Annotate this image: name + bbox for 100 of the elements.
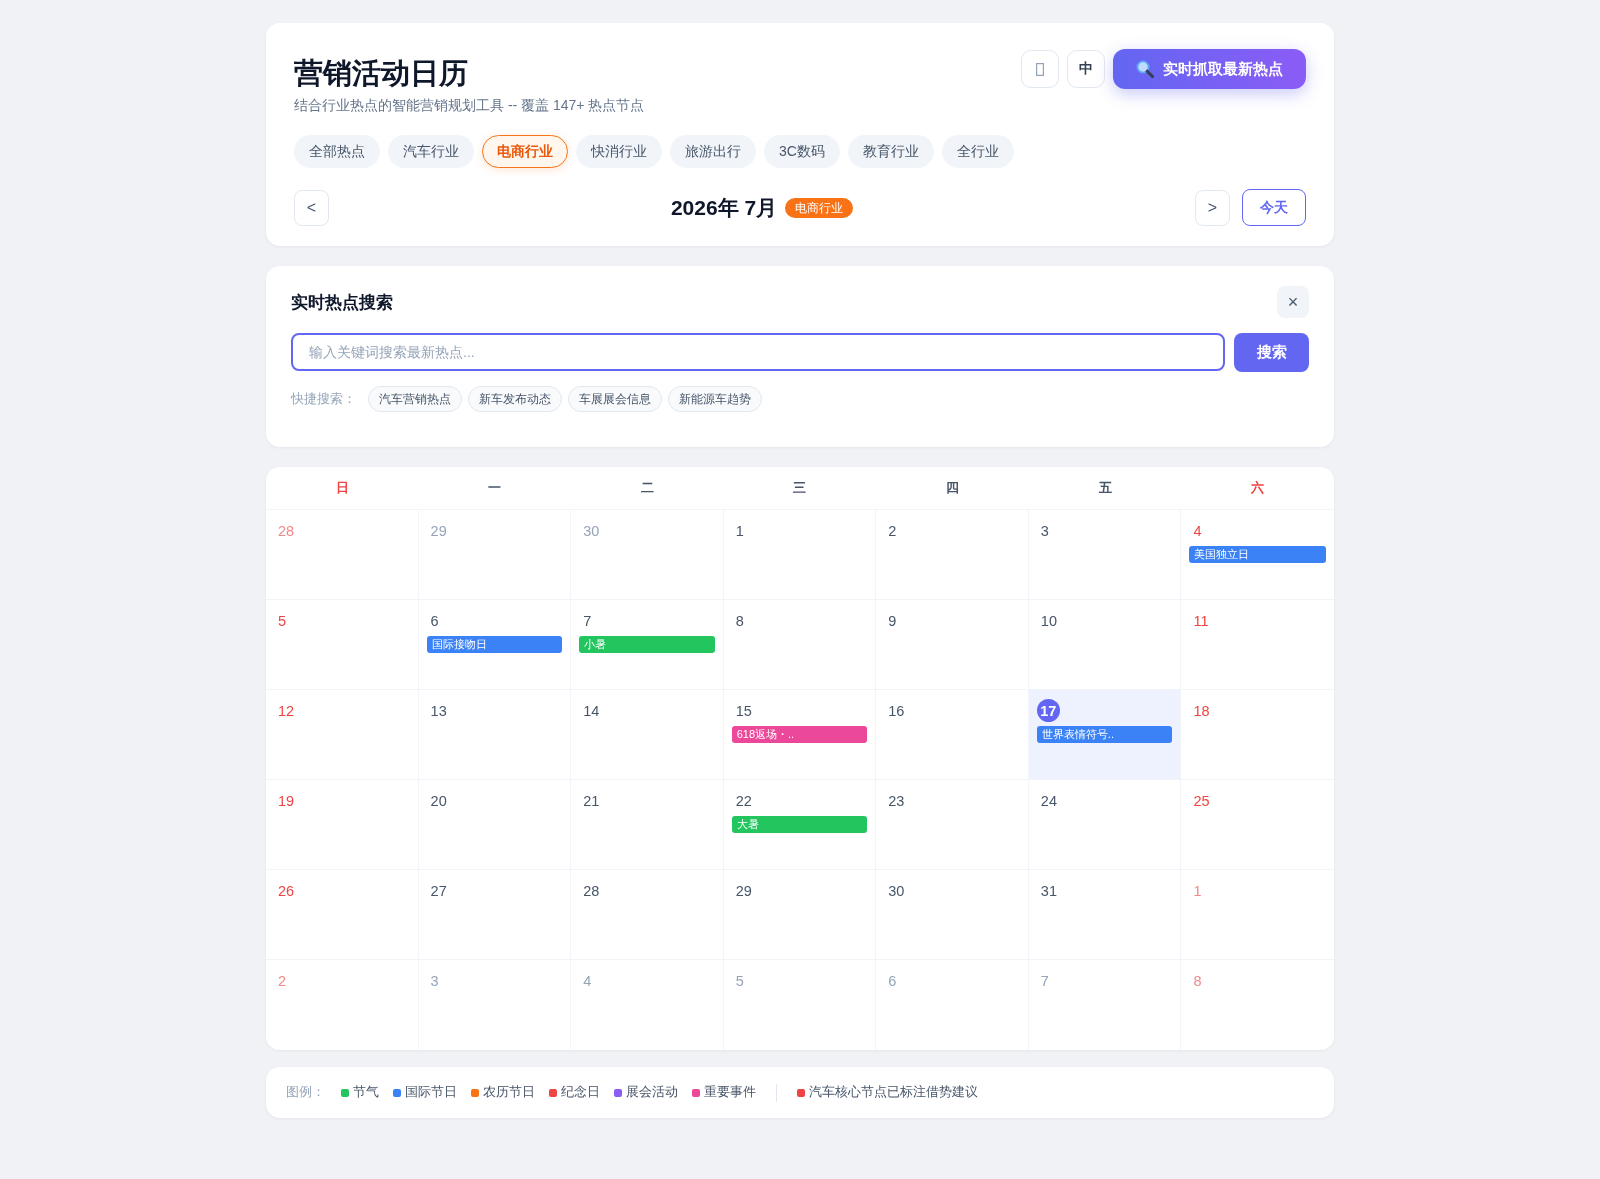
search-field[interactable]: 输入关键词搜索最新热点... (291, 333, 1225, 371)
day-cell[interactable]: 6 国际接吻日 (418, 600, 572, 690)
search-button[interactable]: 搜索 (1234, 333, 1309, 372)
day-cell[interactable]: 16 (876, 690, 1029, 780)
quick-search-chip[interactable]: 汽车营销热点 (368, 386, 462, 412)
day-number: 29 (734, 881, 753, 901)
search-panel-title: 实时热点搜索 (291, 291, 393, 314)
weekday-label: 一 (488, 479, 502, 497)
day-number: 5 (277, 611, 288, 631)
day-number: 6 (887, 971, 898, 991)
industry-tab[interactable]: 3C数码 (764, 135, 840, 168)
today-button[interactable]: 今天 (1242, 189, 1306, 226)
search-icon (1136, 60, 1154, 78)
page-title: 营销活动日历 (294, 56, 468, 91)
event-tag[interactable]: 美国独立日 (1189, 546, 1326, 563)
language-button[interactable]: 中 (1067, 50, 1105, 88)
day-cell[interactable]: 20 (418, 780, 572, 870)
day-number: 11 (1192, 611, 1210, 631)
day-number: 14 (582, 701, 601, 721)
day-cell[interactable]: 11 (1181, 600, 1334, 690)
day-cell[interactable]: 22 大暑 (723, 780, 877, 870)
event-tag[interactable]: 国际接吻日 (426, 636, 563, 653)
day-cell[interactable]: 8 (723, 600, 877, 690)
day-number: 4 (1192, 521, 1203, 541)
day-number: 2 (277, 971, 288, 991)
fetch-hotspots-button[interactable]: 实时抓取最新热点 (1113, 49, 1306, 89)
day-cell[interactable]: 26 (266, 870, 419, 960)
day-number: 15 (734, 701, 753, 721)
quick-search-label: 快捷搜索： (291, 390, 356, 408)
legend-label: 纪念日 (561, 1084, 600, 1101)
day-number: 1 (1192, 881, 1203, 901)
weekday-label: 日 (335, 479, 349, 497)
day-number: 18 (1192, 701, 1211, 721)
day-cell[interactable]: 27 (418, 870, 572, 960)
weekday-label: 二 (640, 479, 654, 497)
industry-badge: 电商行业 (785, 197, 854, 218)
quick-search-chip[interactable]: 新车发布动态 (468, 386, 562, 412)
day-number: 28 (277, 521, 296, 541)
day-number: 5 (734, 971, 745, 991)
event-tag[interactable]: 618返场・.. (731, 726, 868, 743)
previous-month-button[interactable]: < (294, 189, 329, 226)
day-cell[interactable]: 19 (266, 780, 419, 870)
quick-search-chip[interactable]: 车展展会信息 (568, 386, 662, 412)
page-subtitle: 结合行业热点的智能营销规划工具 -- 覆盖 147+ 热点节点 (294, 96, 645, 115)
day-number: 30 (887, 881, 906, 901)
day-number: 27 (429, 881, 448, 901)
day-number: 16 (887, 701, 906, 721)
close-button[interactable]: × (1277, 286, 1309, 318)
day-cell[interactable]: 14 (571, 690, 724, 780)
day-number: 22 (734, 791, 753, 811)
day-number: 23 (887, 791, 906, 811)
legend-label: 节气 (353, 1084, 379, 1101)
day-cell[interactable]: 31 (1028, 870, 1182, 960)
industry-tab[interactable]: 全部热点 (294, 135, 380, 168)
day-cell[interactable]: 9 (876, 600, 1029, 690)
quick-search-chip[interactable]: 新能源车趋势 (668, 386, 762, 412)
weekday-label: 三 (793, 479, 807, 497)
day-cell[interactable]: 21 (571, 780, 724, 870)
day-cell[interactable]: 3 (1028, 510, 1182, 600)
day-number: 30 (582, 521, 601, 541)
day-cell[interactable]: 30 (876, 870, 1029, 960)
weekday-label: 四 (946, 479, 960, 497)
day-cell[interactable]: 25 (1181, 780, 1334, 870)
event-tag[interactable]: 世界表情符号.. (1036, 726, 1173, 743)
day-number: 21 (582, 791, 601, 811)
day-number: 26 (277, 881, 296, 901)
day-cell[interactable]: 1 (723, 510, 877, 600)
day-cell[interactable]: 15 618返场・.. (723, 690, 877, 780)
day-cell[interactable]: 17 世界表情符号.. (1028, 690, 1182, 780)
industry-tab[interactable]: 旅游出行 (670, 135, 756, 168)
industry-tab[interactable]: 全行业 (941, 135, 1014, 168)
day-cell[interactable]: 12 (266, 690, 419, 780)
next-month-button[interactable]: > (1195, 189, 1230, 226)
day-number: 17 (1036, 699, 1060, 722)
day-cell[interactable]: 28 (571, 870, 724, 960)
legend-note: 汽车核心节点已标注借势建议 (809, 1084, 978, 1101)
rectangle-icon (1036, 62, 1044, 76)
day-cell[interactable]: 18 (1181, 690, 1334, 780)
industry-tab[interactable]: 汽车行业 (388, 135, 474, 168)
day-cell[interactable]: 7 小暑 (571, 600, 724, 690)
day-cell[interactable]: 10 (1028, 600, 1182, 690)
industry-tab[interactable]: 快消行业 (576, 135, 662, 168)
day-number: 3 (1039, 521, 1050, 541)
day-cell[interactable]: 23 (876, 780, 1029, 870)
day-number: 8 (1192, 971, 1203, 991)
industry-tab[interactable]: 教育行业 (847, 135, 934, 168)
day-cell[interactable]: 4 美国独立日 (1181, 510, 1334, 600)
day-cell[interactable]: 24 (1028, 780, 1182, 870)
icon-button[interactable] (1021, 50, 1059, 88)
legend-title: 图例： (286, 1084, 325, 1101)
day-cell[interactable]: 29 (723, 870, 877, 960)
day-cell[interactable]: 13 (418, 690, 572, 780)
day-number: 1 (734, 521, 745, 541)
day-number: 29 (429, 521, 448, 541)
day-cell[interactable]: 5 (266, 600, 419, 690)
day-number: 7 (1039, 971, 1050, 991)
day-number: 25 (1192, 791, 1211, 811)
day-number: 24 (1039, 791, 1058, 811)
day-cell[interactable]: 2 (876, 510, 1029, 600)
legend-label: 展会活动 (626, 1084, 678, 1101)
